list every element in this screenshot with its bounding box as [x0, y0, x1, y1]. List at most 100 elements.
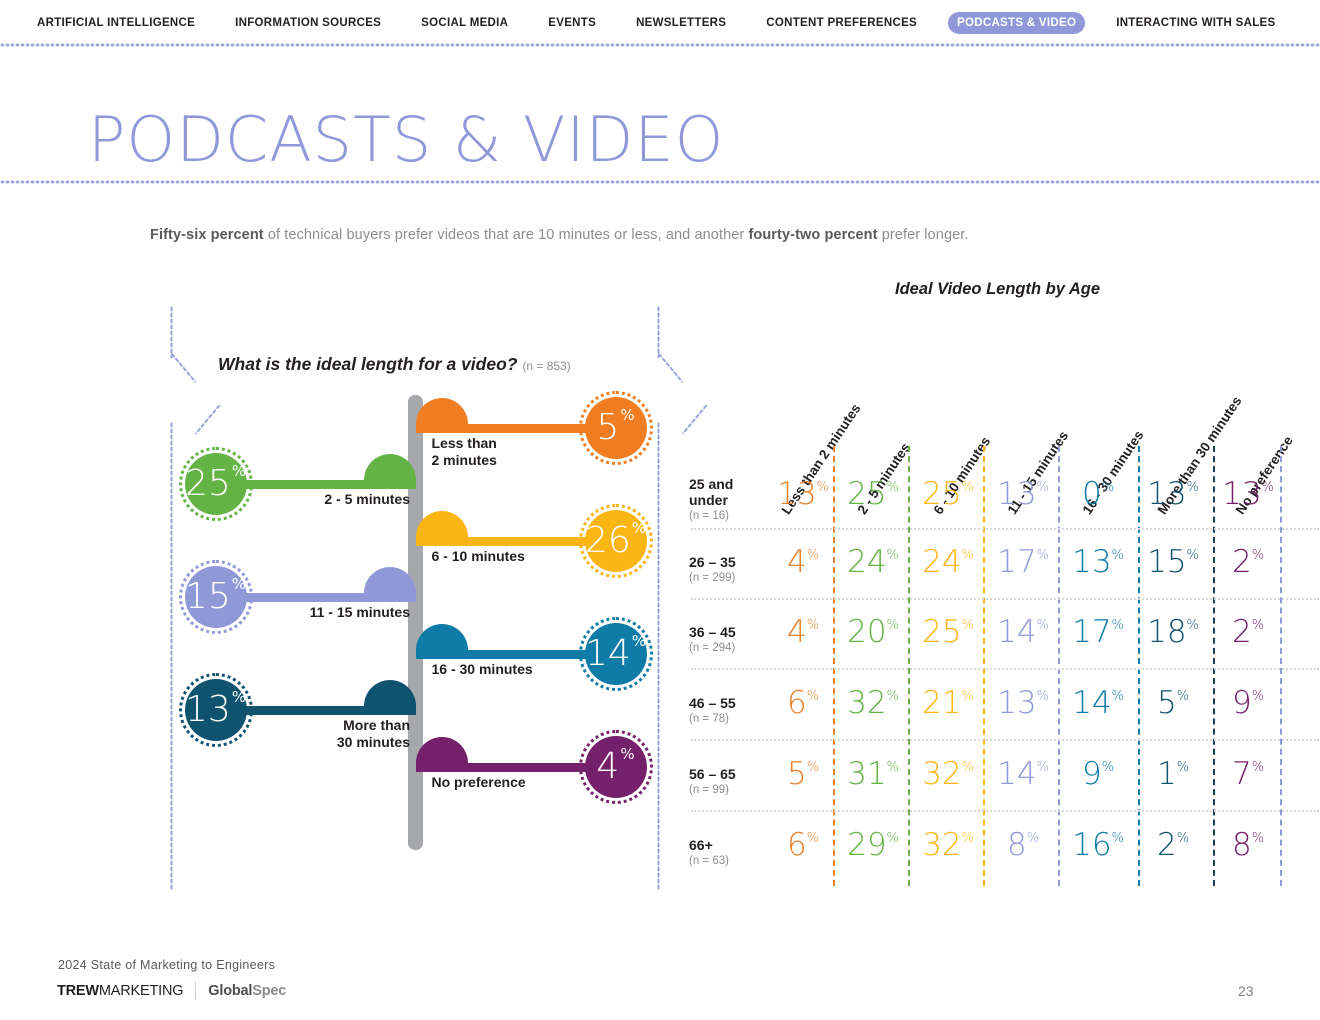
table-cell: 14% [991, 759, 1055, 790]
cell-percent-sign: % [1186, 618, 1199, 633]
table-cell: 32% [841, 688, 905, 719]
cell-value: 25 [922, 476, 962, 512]
trew-logo-bold: TREW [57, 983, 99, 999]
cell-percent-sign: % [1036, 480, 1049, 495]
title-divider-dots [0, 180, 1320, 184]
panel-left-dots-top [170, 306, 173, 358]
globalspec-logo-b: Spec [252, 983, 287, 999]
column-divider [908, 446, 910, 886]
nav-item-newsletters[interactable]: NEWSLETTERS [627, 12, 735, 34]
intro-bold-1: Fifty-six percent [150, 227, 264, 243]
nav-item-content-preferences[interactable]: CONTENT PREFERENCES [757, 12, 926, 34]
bar-bump [363, 567, 416, 593]
column-divider [1138, 446, 1140, 886]
cell-percent-sign: % [806, 548, 820, 563]
cell-percent-sign: % [1251, 760, 1265, 775]
cell-percent-sign: % [806, 689, 820, 704]
cell-percent-sign: % [1251, 548, 1265, 563]
cell-percent-sign: % [1176, 831, 1190, 846]
bubble-percent-sign: % [231, 688, 247, 706]
nav-item-podcasts-video[interactable]: PODCASTS & VIDEO [948, 11, 1086, 34]
table-cell: 32% [916, 759, 980, 790]
table-cell: 14% [991, 617, 1055, 648]
table-cell: 6% [771, 830, 835, 861]
trew-marketing-logo: TREWMARKETING [57, 983, 183, 999]
cell-value: 24 [922, 544, 962, 580]
bubble-percent-sign: % [631, 519, 647, 537]
cell-value: 2 [1156, 827, 1177, 863]
intro-tail: prefer longer. [877, 227, 969, 243]
row-divider [691, 810, 1319, 812]
cell-value: 6 [786, 685, 807, 721]
table-cell: 24% [841, 547, 905, 578]
table-cell: 17% [1066, 617, 1130, 648]
age-group-label: 56 – 65 (n = 99) [689, 766, 736, 796]
cell-value: 16 [1072, 827, 1112, 863]
nav-item-information-sources[interactable]: INFORMATION SOURCES [226, 12, 390, 34]
cell-value: 4 [786, 614, 807, 650]
bubble-number: 15 [184, 576, 231, 617]
cell-percent-sign: % [1036, 618, 1049, 633]
age-group-name: 26 – 35 [689, 554, 736, 570]
left-chart-sample-size: (n = 853) [522, 359, 571, 373]
age-group-name: 56 – 65 [689, 766, 736, 782]
cell-value: 6 [786, 827, 807, 863]
table-cell: 9% [1216, 688, 1280, 719]
cell-value: 21 [922, 685, 962, 721]
cell-percent-sign: % [1111, 548, 1124, 563]
intro-paragraph: Fifty-six percent of technical buyers pr… [150, 227, 969, 243]
table-cell: 4% [771, 617, 835, 648]
cell-percent-sign: % [1111, 689, 1124, 704]
table-cell: 5% [1141, 688, 1205, 719]
section-nav[interactable]: ARTIFICIAL INTELLIGENCE INFORMATION SOURC… [0, 0, 1320, 45]
cell-value: 29 [847, 827, 887, 863]
table-cell: 14% [1066, 688, 1130, 719]
cell-value: 24 [847, 544, 887, 580]
table-cell: 8% [1216, 830, 1280, 861]
cell-value: 2 [1231, 614, 1252, 650]
table-cell: 25% [916, 617, 980, 648]
table-cell: 29% [841, 830, 905, 861]
cell-value: 9 [1231, 685, 1252, 721]
bar-bump [415, 624, 468, 650]
left-chart-title-text: What is the ideal length for a video? [218, 354, 518, 374]
nav-item-events[interactable]: EVENTS [539, 12, 605, 34]
globalspec-logo: GlobalSpec [208, 983, 286, 999]
cell-percent-sign: % [886, 760, 899, 775]
table-cell: 4% [771, 547, 835, 578]
bar-bump [363, 680, 416, 706]
bar-bump [415, 511, 468, 537]
cell-value: 18 [1147, 614, 1187, 650]
bubble-number: 13 [184, 689, 231, 730]
bar-bump [363, 454, 416, 480]
age-group-sample-size: (n = 99) [689, 784, 729, 796]
cell-percent-sign: % [886, 831, 899, 846]
cell-value: 25 [922, 614, 962, 650]
cell-value: 13 [777, 476, 817, 512]
table-cell: 8% [991, 830, 1055, 861]
cell-value: 14 [997, 614, 1037, 650]
cell-percent-sign: % [1186, 480, 1199, 495]
nav-item-artificial-intelligence[interactable]: ARTIFICIAL INTELLIGENCE [28, 12, 204, 34]
age-group-label: 66+ (n = 63) [689, 837, 729, 867]
cell-percent-sign: % [1036, 689, 1049, 704]
intro-bold-2: fourty-two percent [748, 227, 878, 243]
bar-row: 4% No preference [170, 724, 660, 810]
cell-value: 8 [1006, 827, 1027, 863]
cell-percent-sign: % [1036, 760, 1049, 775]
cell-percent-sign: % [1251, 689, 1265, 704]
table-cell: 2% [1216, 617, 1280, 648]
cell-percent-sign: % [886, 480, 899, 495]
nav-item-social-media[interactable]: SOCIAL MEDIA [412, 12, 517, 34]
footer-report-name: 2024 State of Marketing to Engineers [58, 958, 276, 972]
table-cell: 9% [1066, 759, 1130, 790]
bar-bump [415, 398, 468, 424]
cell-percent-sign: % [961, 831, 974, 846]
intro-mid: of technical buyers prefer videos that a… [263, 227, 749, 243]
bubble-percent-sign: % [620, 745, 635, 763]
cell-percent-sign: % [961, 548, 974, 563]
age-group-sample-size: (n = 299) [689, 572, 736, 584]
cell-value: 32 [922, 756, 962, 792]
nav-item-interacting-with-sales[interactable]: INTERACTING WITH SALES [1107, 12, 1284, 34]
row-divider [691, 528, 1319, 530]
